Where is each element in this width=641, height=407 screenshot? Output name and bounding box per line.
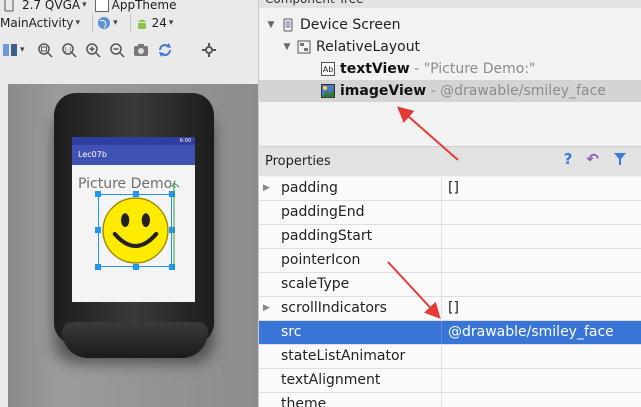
resize-handle[interactable]	[95, 227, 101, 233]
property-value[interactable]: []	[442, 177, 641, 200]
tree-item-device-screen[interactable]: ▼ Device Screen	[259, 14, 641, 36]
chevron-down-icon: ▾	[168, 18, 174, 28]
chevron-down-icon: ▾	[113, 18, 118, 28]
properties-toolbar: ? ↶	[550, 150, 627, 168]
chevron-down-icon: ▾	[82, 0, 87, 10]
designer-toolbar-row-2: MainActivity ▾ ▾ 24 ▾	[0, 11, 258, 35]
resize-handle[interactable]	[133, 191, 139, 197]
property-value[interactable]	[442, 201, 641, 224]
chevron-down-icon: ▾	[75, 18, 81, 28]
filter-icon[interactable]	[613, 152, 627, 166]
screenshot-icon[interactable]	[133, 42, 149, 58]
component-tree-header: Component Tree	[259, 0, 641, 8]
toolbar-divider	[129, 14, 131, 32]
property-name: textAlignment	[259, 369, 442, 392]
undo-icon[interactable]: ↶	[586, 150, 599, 168]
app-bar: Lec07b	[72, 145, 195, 165]
property-row-state-list-animator[interactable]: stateListAnimator	[259, 345, 641, 369]
property-value[interactable]	[442, 393, 641, 407]
phone-base	[62, 322, 208, 358]
property-name: paddingEnd	[259, 201, 442, 224]
properties-title: Properties	[265, 154, 331, 169]
property-row-padding-start[interactable]: paddingStart	[259, 225, 641, 249]
property-name: theme	[259, 393, 442, 407]
designer-toolbar-row-3: ▾ 1:1	[0, 38, 258, 62]
selection-box	[95, 191, 175, 270]
activity-selector[interactable]: MainActivity ▾	[0, 16, 80, 30]
expand-arrow-icon[interactable]: ▼	[281, 42, 293, 52]
device-screen[interactable]: 6:00 Lec07b Picture Demo:	[72, 137, 195, 302]
expand-arrow-icon[interactable]: ▶	[263, 177, 270, 200]
status-time: 6:00	[179, 138, 191, 144]
property-value[interactable]	[442, 225, 641, 248]
device-icon	[283, 18, 293, 32]
property-row-padding-end[interactable]: paddingEnd	[259, 201, 641, 225]
property-name: ▶ padding	[259, 177, 442, 200]
view-mode-button[interactable]: ▾	[2, 43, 25, 57]
locale-selector[interactable]: ▾	[97, 16, 118, 30]
right-panel: Component Tree ▼ Device Screen ▼ Relativ…	[258, 0, 641, 407]
expand-arrow-icon[interactable]: ▶	[263, 297, 270, 320]
property-value[interactable]	[442, 273, 641, 296]
property-value[interactable]	[442, 369, 641, 392]
property-name: scaleType	[259, 273, 442, 296]
property-name: ▶ scrollIndicators	[259, 297, 442, 320]
layout-designer: 2.7 QVGA ▾ AppTheme MainActivity ▾ ▾ 24 …	[0, 0, 258, 407]
property-name: paddingStart	[259, 225, 442, 248]
globe-icon	[98, 17, 111, 29]
design-blueprint-icon	[3, 44, 17, 56]
property-value[interactable]	[442, 345, 641, 368]
toolbar-divider	[92, 14, 94, 32]
resize-handle[interactable]	[95, 264, 101, 270]
property-row-scale-type[interactable]: scaleType	[259, 273, 641, 297]
android-icon	[137, 19, 146, 29]
help-icon[interactable]: ?	[564, 150, 573, 168]
activity-label: MainActivity	[0, 16, 74, 30]
tree-item-detail: - "Picture Demo:"	[414, 61, 536, 77]
resize-handle[interactable]	[95, 191, 101, 197]
constraint-guide	[171, 182, 180, 269]
property-name: stateListAnimator	[259, 345, 442, 368]
status-bar: 6:00	[72, 137, 195, 145]
app-title: Lec07b	[78, 150, 107, 159]
text-view-preview[interactable]: Picture Demo:	[78, 176, 177, 192]
resize-handle[interactable]	[133, 264, 139, 270]
chevron-down-icon: ▾	[20, 45, 25, 55]
tree-item-detail: - @drawable/smiley_face	[430, 83, 606, 99]
tree-item-label: RelativeLayout	[316, 39, 421, 55]
property-name: src	[259, 321, 442, 344]
properties-table: ▶ padding [] paddingEnd paddingStart poin…	[259, 177, 641, 407]
svg-text:Ab: Ab	[323, 65, 334, 74]
tree-item-text-view[interactable]: Ab textView - "Picture Demo:"	[259, 58, 641, 80]
refresh-icon[interactable]	[157, 42, 173, 58]
property-name: pointerIcon	[259, 249, 442, 272]
tree-item-label: imageView	[340, 83, 427, 99]
property-row-padding[interactable]: ▶ padding []	[259, 177, 641, 201]
zoom-in-icon[interactable]	[85, 42, 101, 58]
expand-arrow-icon[interactable]: ▼	[265, 20, 277, 30]
property-row-pointer-icon[interactable]: pointerIcon	[259, 249, 641, 273]
tree-item-image-view[interactable]: imageView - @drawable/smiley_face	[259, 80, 641, 102]
api-level-label: 24	[151, 16, 167, 30]
property-row-src[interactable]: src @drawable/smiley_face	[259, 321, 641, 345]
relative-layout-icon	[297, 40, 311, 54]
property-row-scroll-indicators[interactable]: ▶ scrollIndicators []	[259, 297, 641, 321]
zoom-actual-size-icon[interactable]: 1:1	[61, 42, 77, 58]
svg-text:1:1: 1:1	[64, 48, 72, 54]
api-level-selector[interactable]: 24 ▾	[135, 16, 174, 30]
text-view-icon: Ab	[321, 62, 335, 76]
settings-icon[interactable]	[201, 42, 217, 58]
property-row-text-alignment[interactable]: textAlignment	[259, 369, 641, 393]
property-value[interactable]: @drawable/smiley_face	[442, 321, 641, 344]
property-row-theme[interactable]: theme	[259, 393, 641, 407]
tree-item-label: Device Screen	[300, 17, 401, 33]
image-view-icon	[321, 84, 335, 98]
zoom-out-icon[interactable]	[109, 42, 125, 58]
tree-item-label: textView	[340, 61, 410, 77]
property-value[interactable]: []	[442, 297, 641, 320]
property-value[interactable]	[442, 249, 641, 272]
tree-item-relative-layout[interactable]: ▼ RelativeLayout	[259, 36, 641, 58]
zoom-to-fit-icon[interactable]	[37, 42, 53, 58]
